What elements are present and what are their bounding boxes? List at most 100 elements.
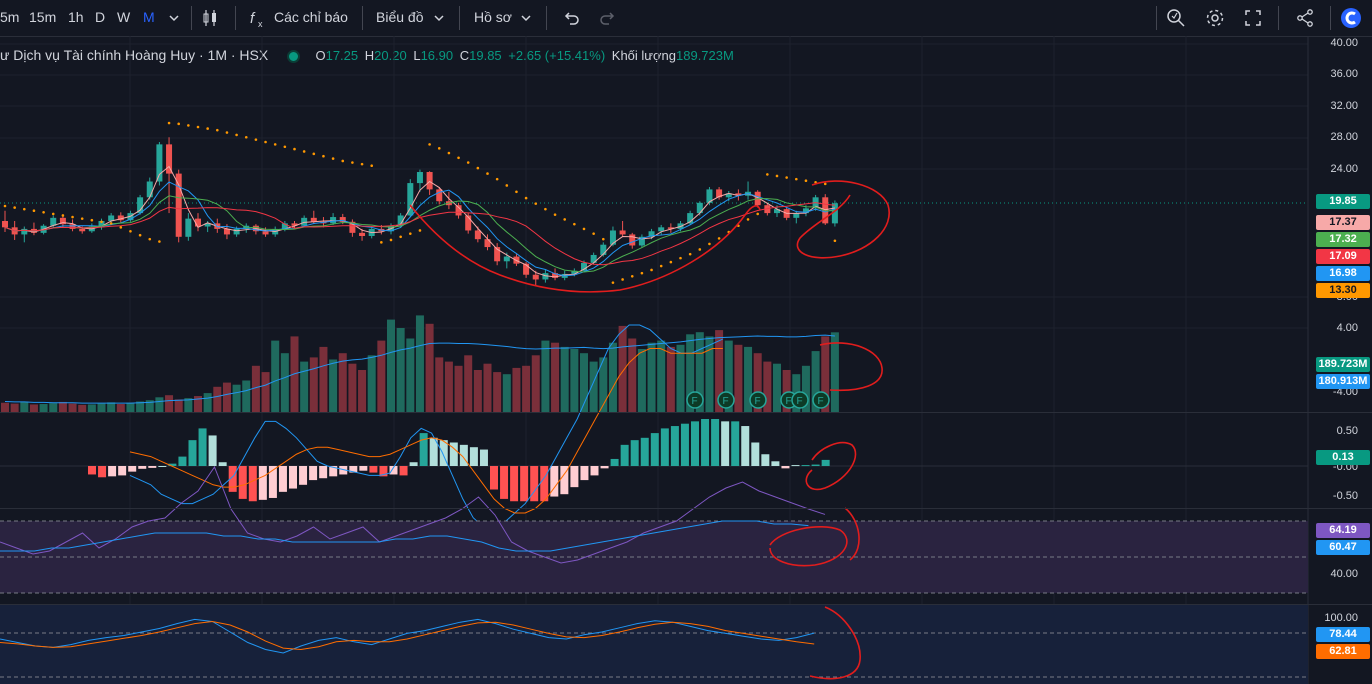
psar-dot: [254, 138, 258, 141]
psar-dot: [611, 281, 615, 284]
candle-body: [638, 236, 645, 246]
interval-d[interactable]: D: [95, 9, 105, 25]
candle-body: [281, 223, 288, 229]
volume-bar: [435, 357, 444, 412]
interval-w[interactable]: W: [117, 9, 130, 25]
volume-bar: [387, 319, 395, 412]
macd-histogram-bar: [580, 466, 589, 481]
macd-histogram-bar: [168, 463, 177, 466]
volume-bar: [676, 344, 685, 412]
macd-histogram-bar: [98, 466, 107, 478]
volume-bar: [271, 340, 280, 412]
psar-dot: [833, 239, 837, 243]
volume-bar: [358, 370, 367, 412]
candle-body: [30, 228, 37, 233]
volume-bar: [184, 398, 193, 412]
volume-bar: [608, 342, 617, 412]
candle-body: [156, 144, 163, 182]
fullscreen-icon[interactable]: [1241, 6, 1265, 30]
macd-histogram-bar: [821, 459, 830, 466]
candle-body: [252, 225, 259, 232]
candle-body: [754, 191, 761, 206]
macd-histogram-bar: [550, 466, 559, 497]
volume-bar: [589, 361, 598, 412]
svg-text:f: f: [250, 10, 256, 27]
macd-histogram-bar: [670, 426, 679, 466]
interval-5m[interactable]: 5m: [0, 9, 19, 25]
candlestick-icon[interactable]: [198, 6, 222, 30]
quick-search-icon[interactable]: [1164, 6, 1188, 30]
psar-dot: [804, 179, 808, 183]
candle-body: [204, 223, 211, 227]
candle-body: [146, 181, 153, 198]
macd-histogram-bar: [590, 466, 599, 476]
profile-menu-button[interactable]: Hồ sơ: [474, 9, 512, 25]
psar-dot: [293, 147, 296, 151]
macd-histogram-bar: [268, 466, 277, 498]
gear-icon[interactable]: [1203, 6, 1227, 30]
candle-body: [619, 230, 626, 235]
rsi-axis-label: 40.00: [1330, 568, 1358, 580]
chevron-down-icon[interactable]: [427, 6, 451, 30]
price-axis-label: 4.00: [1336, 322, 1358, 334]
psar-dot: [138, 233, 142, 237]
psar-dot: [351, 161, 354, 164]
psar-dot: [322, 154, 325, 158]
psar-dot: [679, 256, 682, 260]
psar-dot: [302, 150, 306, 153]
macd-histogram-bar: [289, 466, 297, 489]
moving-average-line: [4, 195, 835, 273]
candle-body: [552, 273, 559, 278]
close-label: C: [459, 48, 470, 63]
psar-dot: [447, 151, 451, 155]
toolbar-divider: [362, 6, 363, 30]
psar-dot: [814, 180, 817, 184]
volume-bar: [155, 397, 164, 412]
undo-icon[interactable]: [559, 6, 583, 30]
psar-dot: [100, 220, 103, 224]
panel-divider: [0, 604, 1372, 605]
chart-menu-button[interactable]: Biểu đồ: [376, 9, 423, 25]
volume-label: Khối lượng: [611, 48, 676, 63]
share-icon[interactable]: [1293, 6, 1317, 30]
redo-icon[interactable]: [596, 6, 620, 30]
interval-1h[interactable]: 1h: [68, 9, 84, 25]
psar-dot: [80, 217, 84, 220]
function-icon[interactable]: fx: [248, 6, 272, 30]
volume-bar: [580, 353, 588, 412]
annotation-stroke: [796, 180, 890, 259]
psar-dot: [650, 268, 653, 272]
volume-tag: 189.723M: [1316, 357, 1370, 372]
volume-bar: [637, 349, 646, 412]
toolbar-divider: [191, 6, 192, 30]
change-value: +2.65 (+15.41%): [508, 48, 606, 63]
macd-histogram-bar: [349, 466, 358, 473]
stoch-axis-label: 100.00: [1324, 612, 1358, 624]
psar-dot: [409, 232, 412, 235]
candle-body: [407, 183, 414, 216]
volume-bar: [165, 395, 174, 412]
candle-body: [166, 144, 173, 174]
candle-body: [320, 221, 327, 224]
brand-logo-icon[interactable]: [1339, 6, 1363, 30]
volume-bar: [512, 367, 521, 412]
macd-histogram-bar: [530, 466, 539, 502]
macd-histogram-bar: [660, 428, 669, 466]
psar-dot: [756, 212, 759, 216]
chevron-down-icon[interactable]: [162, 6, 186, 30]
candle-body: [223, 228, 230, 235]
candle-body: [243, 225, 250, 229]
volume-bar: [203, 393, 212, 412]
indicators-button[interactable]: Các chỉ báo: [274, 9, 348, 25]
candle-body: [687, 213, 694, 224]
event-marker-label: F: [797, 396, 803, 407]
candle-body: [310, 217, 317, 222]
psar-dot: [273, 143, 277, 146]
volume-bar: [251, 365, 260, 412]
interval-15m[interactable]: 15m: [29, 9, 56, 25]
chevron-down-icon[interactable]: [514, 6, 538, 30]
event-marker-label: F: [786, 396, 792, 407]
interval-m[interactable]: M: [143, 9, 155, 25]
macd-histogram-bar: [781, 466, 790, 469]
legend-dot[interactable]: [286, 50, 300, 64]
